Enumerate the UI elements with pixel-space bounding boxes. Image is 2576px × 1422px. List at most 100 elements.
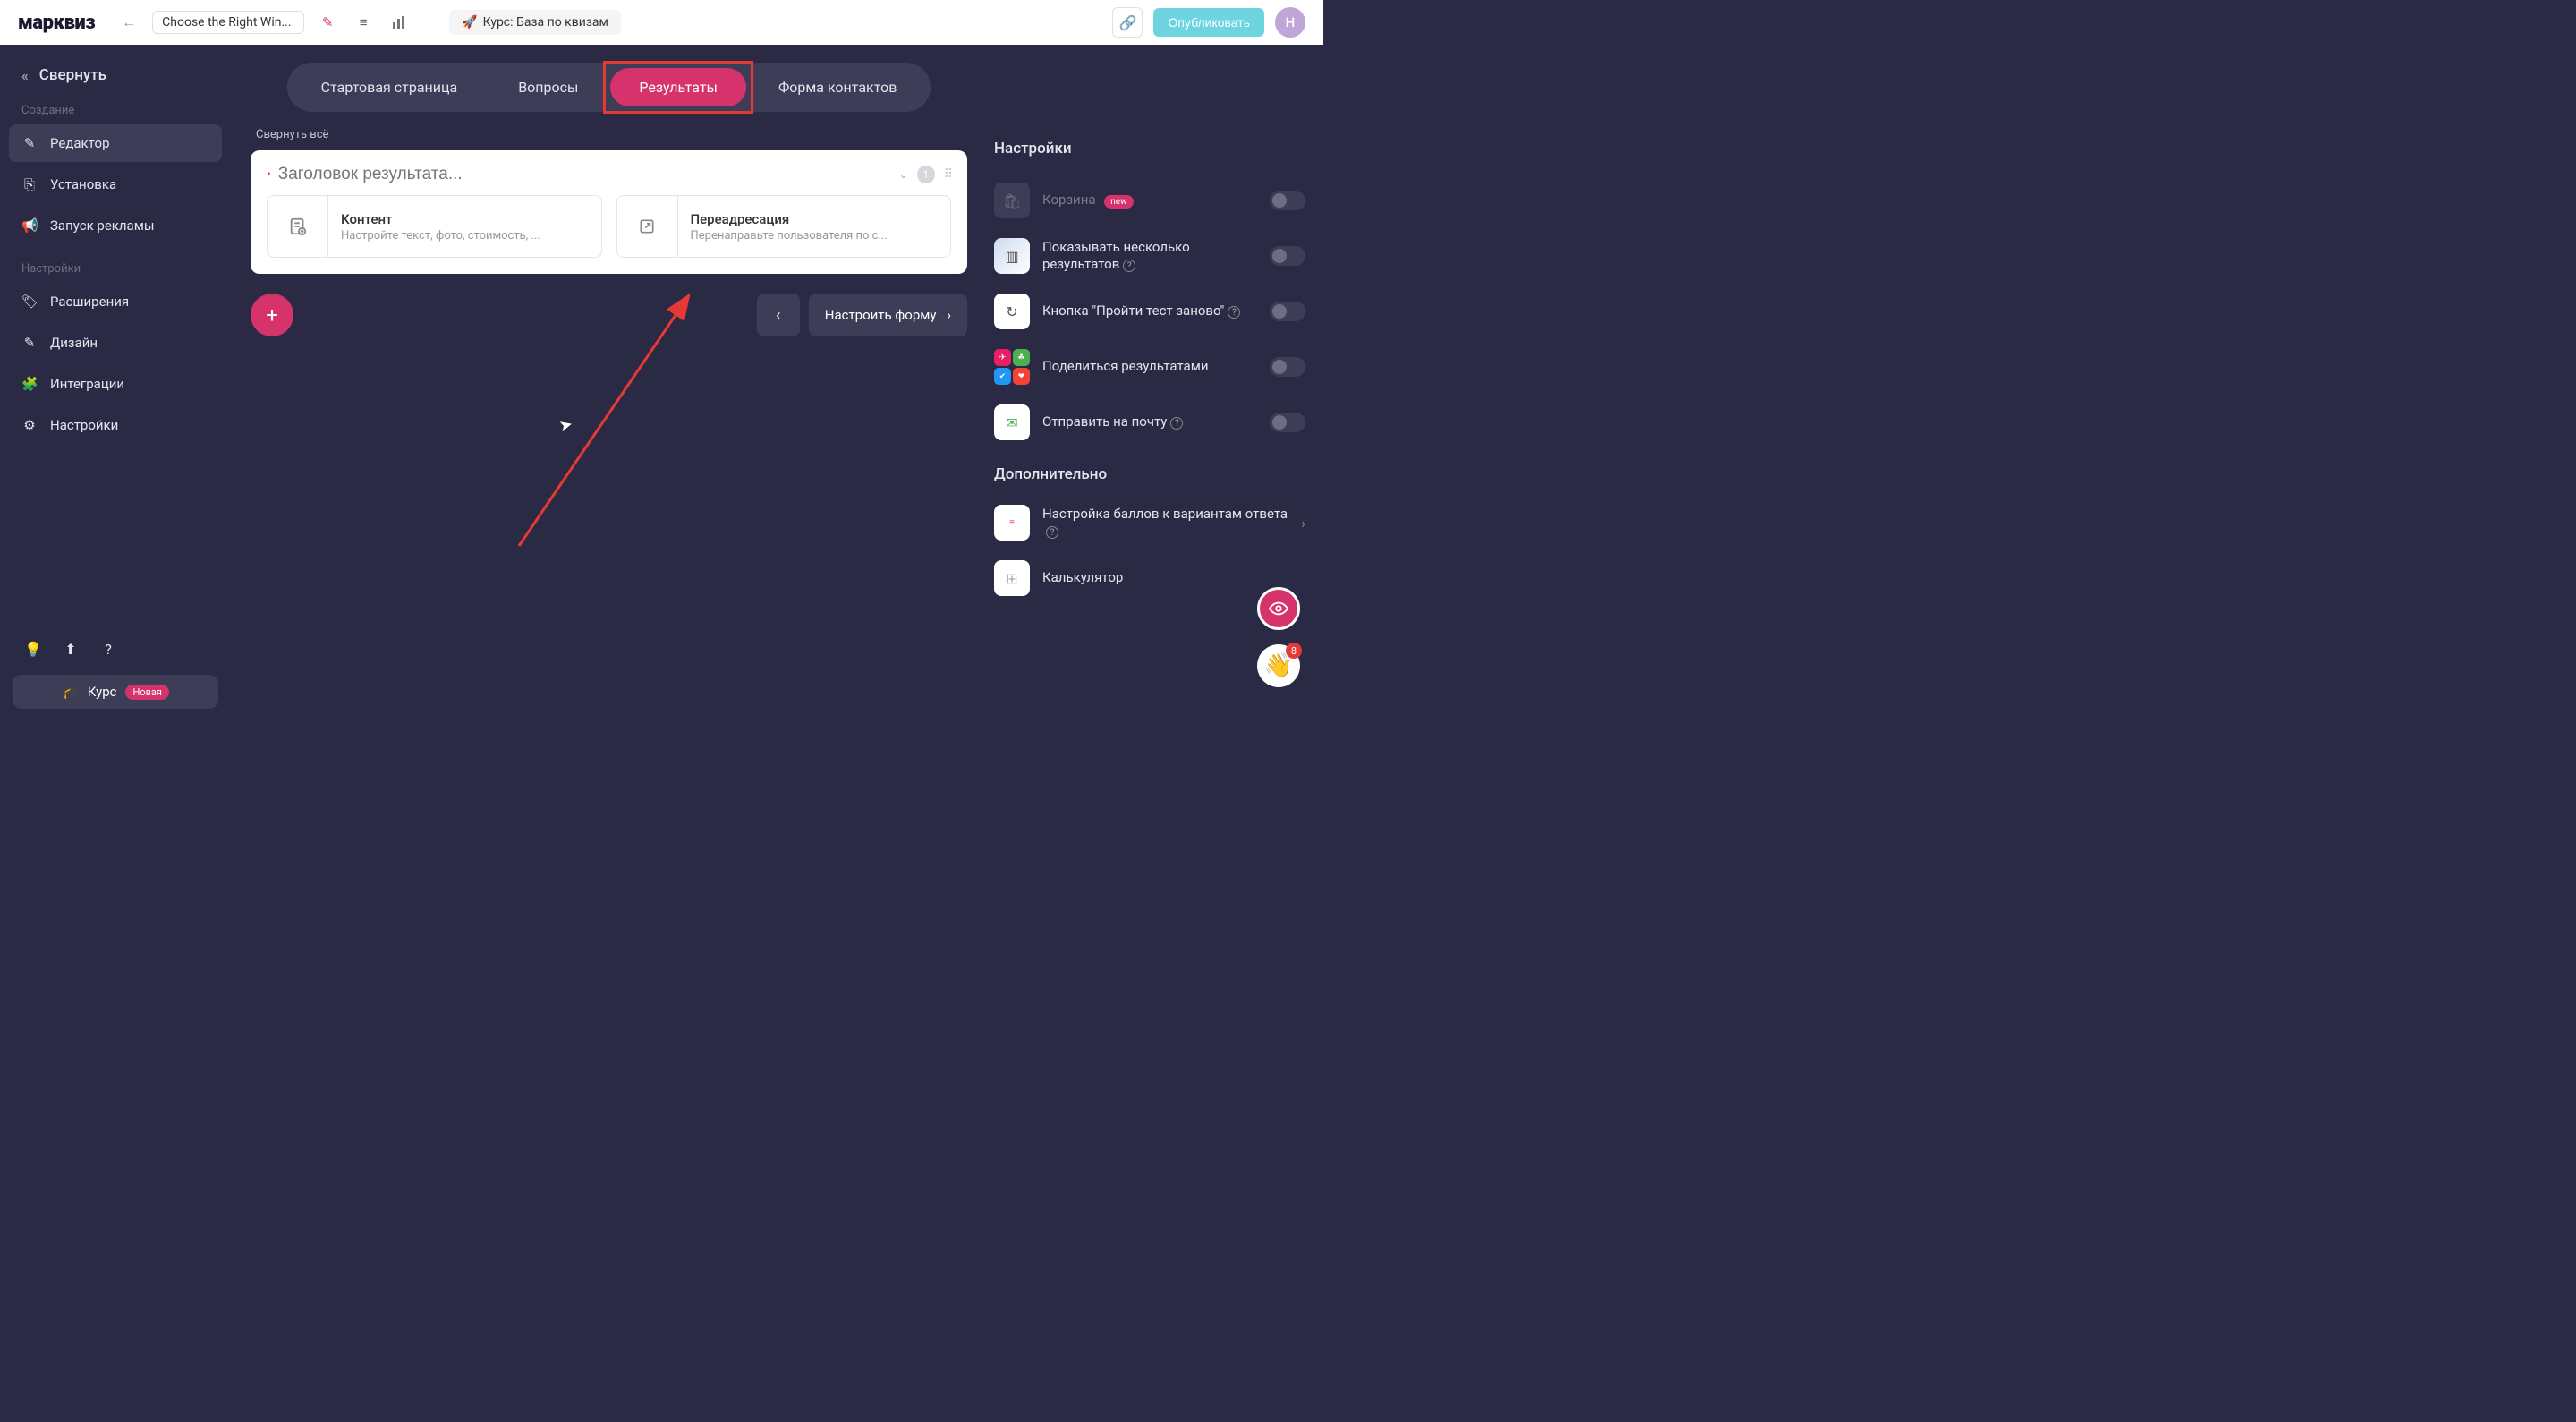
bulb-icon[interactable]: 💡 bbox=[21, 637, 45, 660]
publish-button[interactable]: Опубликовать bbox=[1153, 8, 1264, 37]
help-icon[interactable]: ? bbox=[97, 637, 120, 660]
section-label-create: Создание bbox=[9, 98, 222, 124]
collapse-all-link[interactable]: Свернуть всё bbox=[256, 128, 967, 141]
gear-icon: ⚙ bbox=[21, 417, 38, 433]
tab-contact-form[interactable]: Форма контактов bbox=[750, 68, 925, 106]
sidebar-item-label: Настройки bbox=[50, 417, 118, 433]
chat-widget[interactable]: 👋 8 bbox=[1257, 644, 1300, 687]
toggle-email[interactable] bbox=[1270, 413, 1305, 432]
sidebar-item-label: Интеграции bbox=[50, 376, 124, 392]
setting-multi-results: ▥ Показывать несколько результатов? bbox=[994, 231, 1305, 281]
setting-cart: 🛍 Корзина new bbox=[994, 175, 1305, 226]
back-button[interactable]: ← bbox=[116, 10, 141, 35]
project-name-text: Choose the Right Win... bbox=[162, 15, 291, 30]
toggle-retry[interactable] bbox=[1270, 302, 1305, 321]
result-title-input[interactable] bbox=[278, 165, 892, 184]
option-redirect[interactable]: Переадресация Перенаправьте пользователя… bbox=[616, 195, 952, 258]
configure-form-button[interactable]: Настроить форму › bbox=[809, 294, 967, 336]
extra-calculator[interactable]: ⊞ Калькулятор bbox=[994, 553, 1305, 603]
sidebar-item-install[interactable]: ⎘ Установка bbox=[9, 166, 222, 203]
result-card: • ⌄ 1 ⠿ Контент Наст bbox=[251, 150, 967, 274]
logo: марквиз bbox=[18, 12, 95, 34]
stats-icon[interactable] bbox=[387, 10, 412, 35]
help-icon[interactable]: ? bbox=[1228, 306, 1240, 319]
avatar[interactable]: Н bbox=[1275, 7, 1305, 38]
toggle-share[interactable] bbox=[1270, 357, 1305, 377]
course-chip[interactable]: 🚀 Курс: База по квизам bbox=[449, 10, 621, 35]
calculator-icon: ⊞ bbox=[994, 560, 1030, 596]
chevron-left-double-icon: « bbox=[21, 67, 29, 84]
required-dot-icon: • bbox=[267, 168, 271, 181]
document-plus-icon bbox=[268, 196, 328, 257]
rocket-icon: 🚀 bbox=[462, 15, 477, 30]
setting-email-label: Отправить на почту? bbox=[1042, 413, 1257, 431]
course-button-label: Курс bbox=[88, 684, 117, 700]
collapse-sidebar[interactable]: « Свернуть bbox=[9, 61, 222, 98]
link-icon[interactable]: 🔗 bbox=[1112, 7, 1143, 38]
toggle-cart[interactable] bbox=[1270, 191, 1305, 210]
preview-button[interactable] bbox=[1257, 587, 1300, 630]
option-content[interactable]: Контент Настройте текст, фото, стоимость… bbox=[267, 195, 602, 258]
chevron-right-icon: › bbox=[1301, 515, 1305, 532]
retry-icon: ↻ bbox=[994, 294, 1030, 329]
graduation-cap-icon: 🎓 bbox=[62, 684, 79, 700]
toggle-multi-results[interactable] bbox=[1270, 246, 1305, 266]
points-icon: ≡ bbox=[994, 505, 1030, 541]
result-count-badge: 1 bbox=[917, 166, 935, 183]
help-icon[interactable]: ? bbox=[1170, 417, 1183, 430]
drag-handle-icon[interactable]: ⠿ bbox=[944, 167, 951, 182]
sidebar-item-integrations[interactable]: 🧩 Интеграции bbox=[9, 365, 222, 403]
configure-form-label: Настроить форму bbox=[825, 307, 937, 323]
center-footer: + ‹ Настроить форму › bbox=[251, 294, 967, 336]
project-name-field[interactable]: Choose the Right Win... bbox=[152, 11, 304, 34]
list-icon[interactable]: ≡ bbox=[351, 10, 376, 35]
option-content-title: Контент bbox=[341, 211, 589, 227]
sidebar-item-ads[interactable]: 📢 Запуск рекламы bbox=[9, 207, 222, 244]
external-link-icon bbox=[617, 196, 678, 257]
pencil-icon: ✎ bbox=[21, 135, 38, 151]
upload-icon[interactable]: ⬆ bbox=[59, 637, 82, 660]
tab-questions[interactable]: Вопросы bbox=[489, 68, 607, 106]
prev-step-button[interactable]: ‹ bbox=[757, 294, 800, 336]
puzzle-icon: 🧩 bbox=[21, 376, 38, 392]
sidebar-item-extensions[interactable]: 🏷 Расширения bbox=[9, 283, 222, 320]
cart-icon: 🛍 bbox=[994, 183, 1030, 218]
chevron-right-icon: › bbox=[947, 307, 951, 323]
multi-results-icon: ▥ bbox=[994, 238, 1030, 274]
sidebar-item-label: Установка bbox=[50, 176, 116, 192]
setting-retry-label: Кнопка "Пройти тест заново"? bbox=[1042, 302, 1257, 320]
chevron-down-icon[interactable]: ⌄ bbox=[899, 168, 908, 181]
sidebar-item-label: Дизайн bbox=[50, 335, 98, 351]
sidebar-item-settings[interactable]: ⚙ Настройки bbox=[9, 406, 222, 444]
sidebar: « Свернуть Создание ✎ Редактор ⎘ Установ… bbox=[0, 45, 231, 727]
section-label-settings: Настройки bbox=[9, 257, 222, 283]
course-button[interactable]: 🎓 Курс Новая bbox=[13, 675, 218, 709]
setting-retry-button: ↻ Кнопка "Пройти тест заново"? bbox=[994, 286, 1305, 336]
topbar: марквиз ← Choose the Right Win... ✎ ≡ 🚀 … bbox=[0, 0, 1323, 45]
add-result-button[interactable]: + bbox=[251, 294, 293, 336]
setting-share-label: Поделиться результатами bbox=[1042, 358, 1257, 376]
result-header: • ⌄ 1 ⠿ bbox=[267, 165, 951, 184]
sidebar-item-editor[interactable]: ✎ Редактор bbox=[9, 124, 222, 162]
collapse-label: Свернуть bbox=[39, 66, 106, 84]
sidebar-item-label: Расширения bbox=[50, 294, 129, 310]
setting-email: ✉ Отправить на почту? bbox=[994, 397, 1305, 447]
settings-title: Настройки bbox=[994, 140, 1305, 158]
help-icon[interactable]: ? bbox=[1046, 526, 1058, 539]
tab-results[interactable]: Результаты bbox=[610, 68, 746, 106]
sidebar-bottom-icons: 💡 ⬆ ? bbox=[9, 628, 222, 669]
brush-icon: ✎ bbox=[21, 335, 38, 351]
extra-points-label: Настройка баллов к вариантам ответа? bbox=[1042, 506, 1288, 541]
tab-start-page[interactable]: Стартовая страница bbox=[293, 68, 487, 106]
setting-share: ✈ ☘ ✔ ❤ Поделиться результатами bbox=[994, 342, 1305, 392]
main: Стартовая страница Вопросы Результаты Фо… bbox=[231, 45, 1323, 727]
edit-icon[interactable]: ✎ bbox=[315, 10, 340, 35]
extra-calculator-label: Калькулятор bbox=[1042, 569, 1305, 587]
tag-icon: 🏷 bbox=[21, 294, 38, 310]
setting-multi-results-label: Показывать несколько результатов? bbox=[1042, 239, 1257, 274]
sidebar-item-design[interactable]: ✎ Дизайн bbox=[9, 324, 222, 362]
help-icon[interactable]: ? bbox=[1123, 260, 1135, 272]
option-redirect-desc: Перенаправьте пользователя по с... bbox=[691, 229, 939, 243]
extra-points[interactable]: ≡ Настройка баллов к вариантам ответа? › bbox=[994, 498, 1305, 548]
install-icon: ⎘ bbox=[21, 176, 38, 192]
